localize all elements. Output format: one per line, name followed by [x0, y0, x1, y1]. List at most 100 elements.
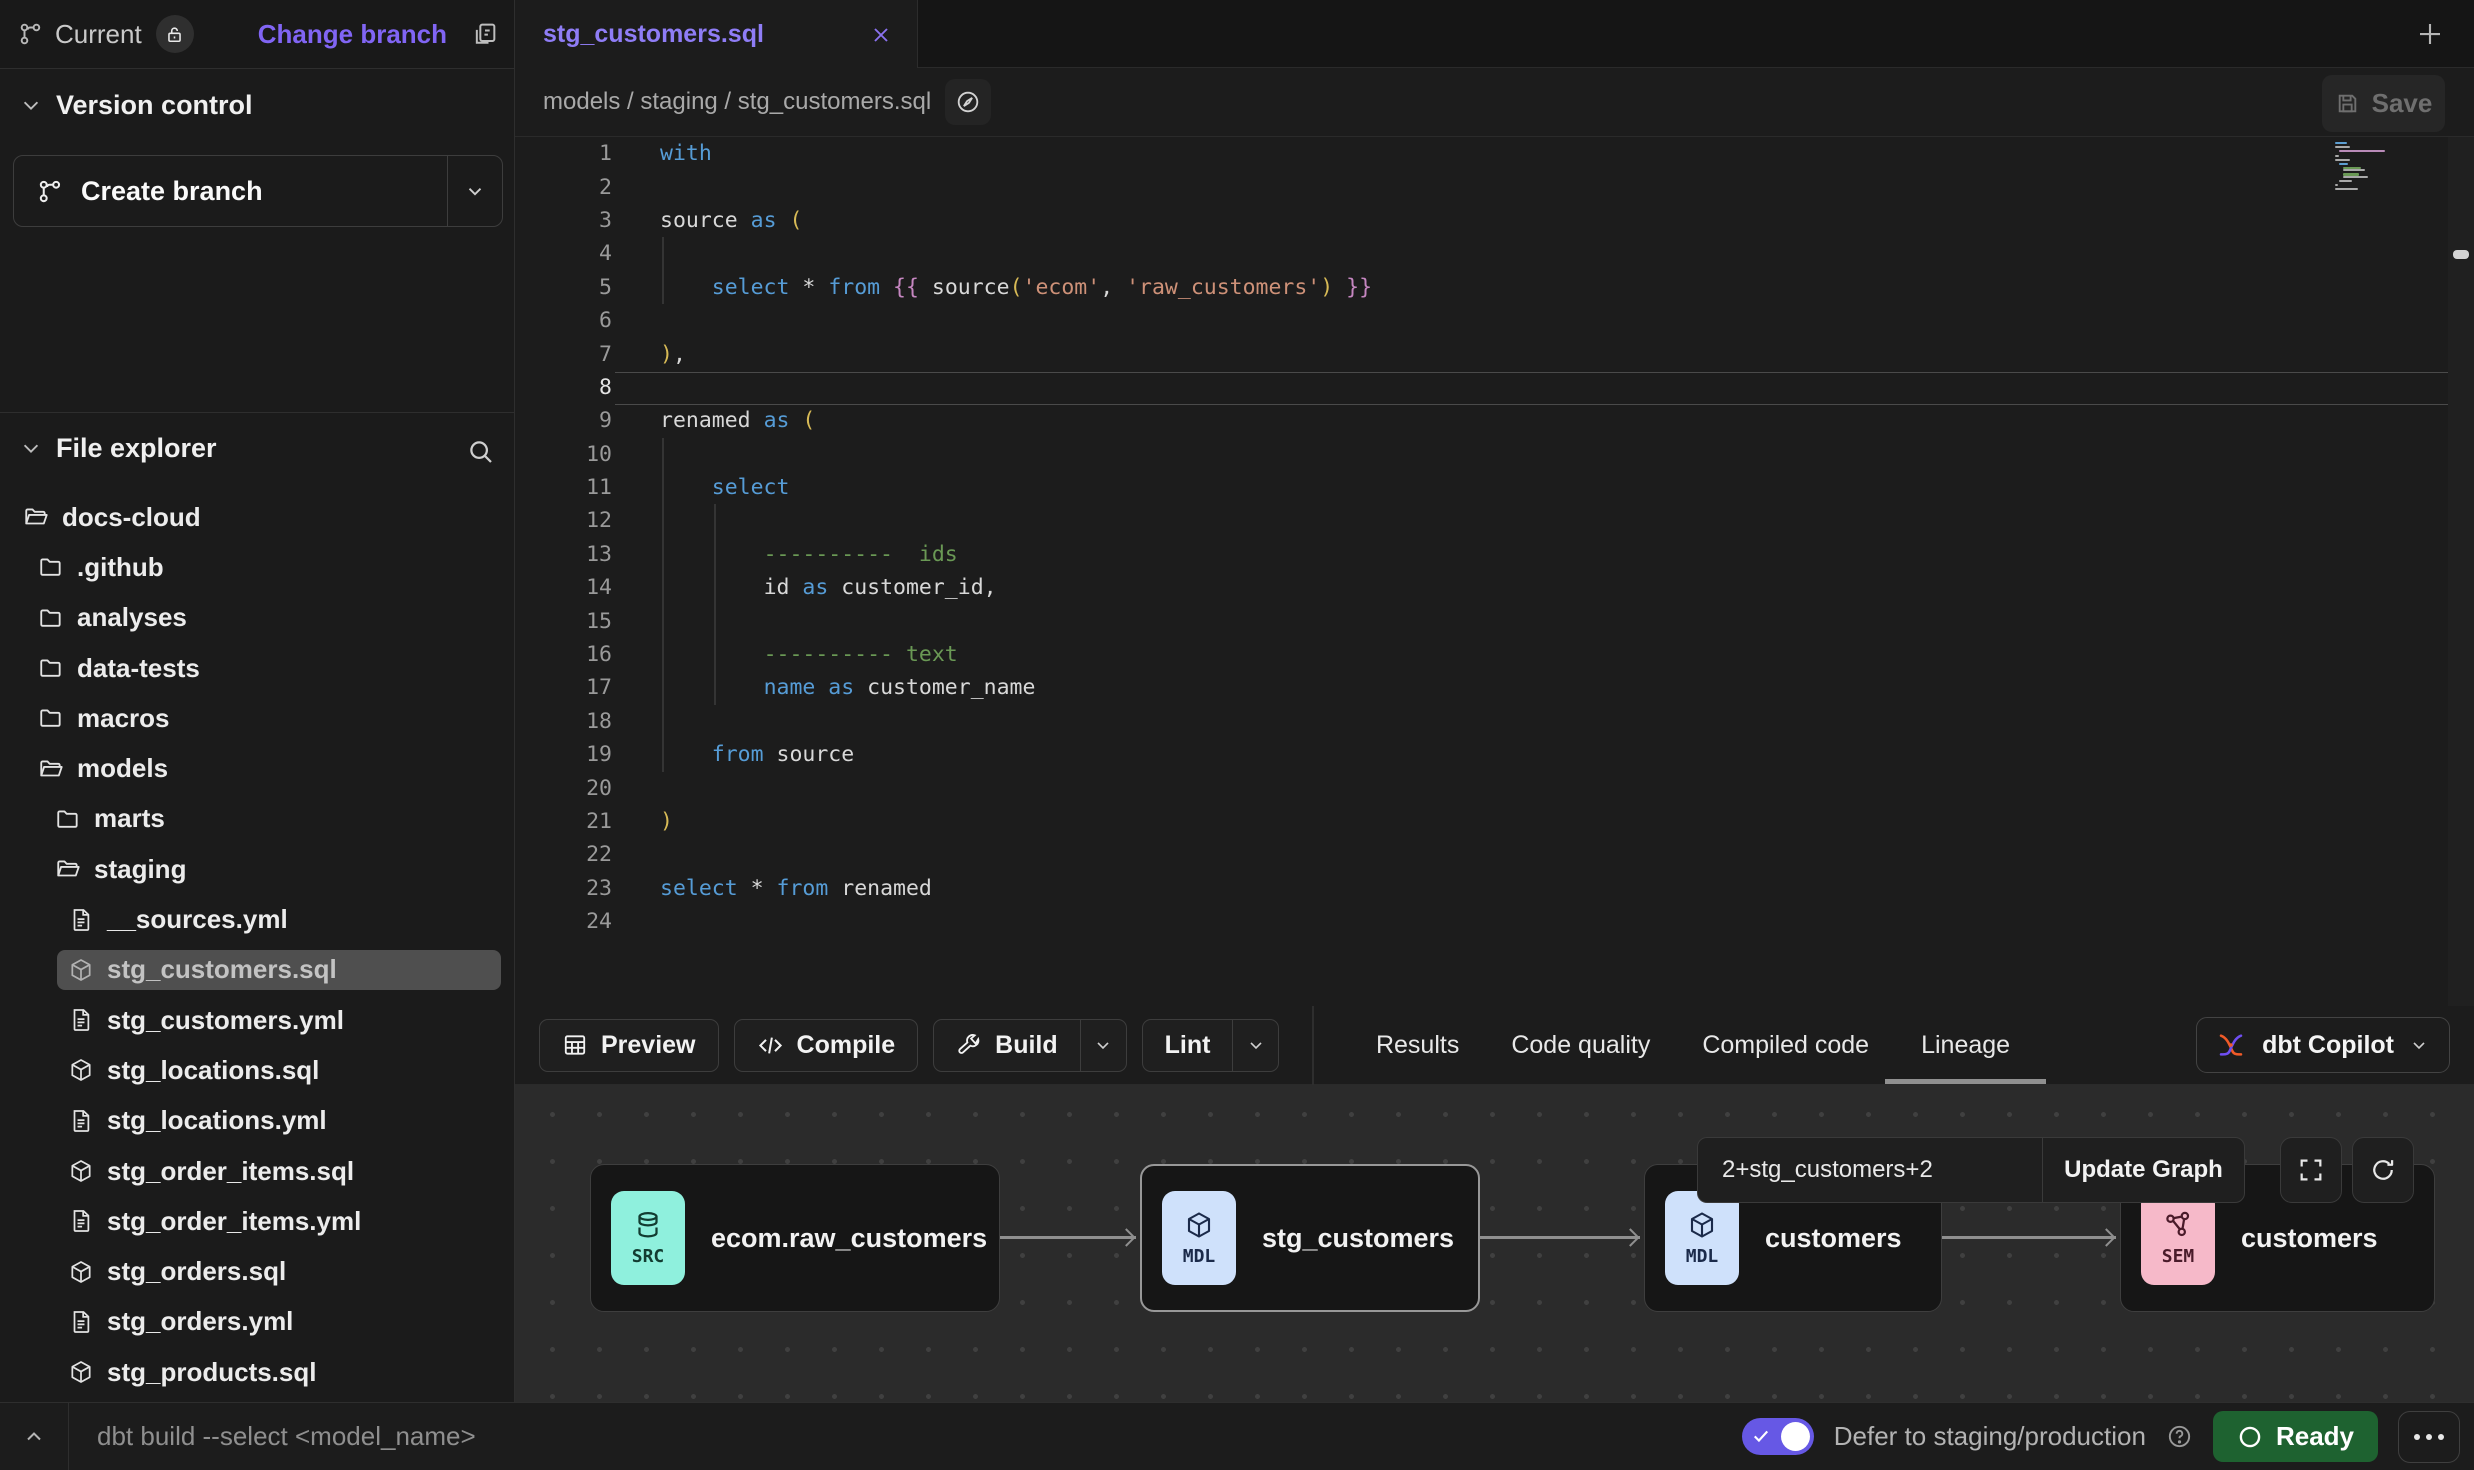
dot — [2414, 1434, 2420, 1440]
code-line-9[interactable]: 9renamed as ( — [515, 404, 2474, 437]
chevron-down-icon[interactable] — [20, 94, 42, 116]
preview-label: Preview — [601, 1031, 696, 1060]
tree-item-analyses[interactable]: analyses — [0, 593, 514, 643]
code-line-18[interactable]: 18 — [515, 705, 2474, 738]
code-line-14[interactable]: 14 id as customer_id, — [515, 571, 2474, 604]
line-number: 10 — [515, 442, 627, 467]
tree-item-stg-products-sql[interactable]: stg_products.sql — [0, 1347, 514, 1397]
tree-item-stg-customers-sql[interactable]: stg_customers.sql — [0, 945, 514, 995]
code-line-23[interactable]: 23select * from renamed — [515, 872, 2474, 905]
tree-item-label: stg_customers.sql — [107, 954, 337, 985]
code-line-12[interactable]: 12 — [515, 504, 2474, 537]
tree-item-macros[interactable]: macros — [0, 693, 514, 743]
tree-item-staging[interactable]: staging — [0, 844, 514, 894]
build-dropdown[interactable] — [1080, 1020, 1126, 1071]
lint-button[interactable]: Lint — [1142, 1019, 1280, 1072]
dbt-copilot-button[interactable]: dbt Copilot — [2196, 1017, 2450, 1073]
refresh-button[interactable] — [2352, 1137, 2414, 1203]
code-line-1[interactable]: 1with — [515, 137, 2474, 170]
code-line-10[interactable]: 10 — [515, 438, 2474, 471]
code-line-19[interactable]: 19 from source — [515, 738, 2474, 771]
editor-scrollbar[interactable] — [2448, 137, 2474, 1006]
save-button[interactable]: Save — [2322, 75, 2445, 132]
model-icon — [68, 1359, 94, 1385]
model-icon — [68, 1057, 94, 1083]
preview-button[interactable]: Preview — [539, 1019, 719, 1072]
create-branch-main[interactable]: Create branch — [14, 156, 447, 226]
tree-item-stg-order-items-yml[interactable]: stg_order_items.yml — [0, 1196, 514, 1246]
more-options-button[interactable] — [2398, 1411, 2460, 1463]
code-lines[interactable]: 1with23source as (45 select * from {{ so… — [515, 137, 2474, 938]
code-text: id as customer_id, — [660, 575, 997, 600]
panel-tab-compiled-code[interactable]: Compiled code — [1702, 1006, 1869, 1084]
folder-icon — [38, 655, 64, 681]
code-line-5[interactable]: 5 select * from {{ source('ecom', 'raw_c… — [515, 271, 2474, 304]
lineage-arrowhead — [2097, 1228, 2115, 1246]
panel-tab-results[interactable]: Results — [1376, 1006, 1459, 1084]
code-line-4[interactable]: 4 — [515, 237, 2474, 270]
tree-item--github[interactable]: .github — [0, 542, 514, 592]
model-health-icon[interactable] — [945, 79, 991, 125]
wrench-icon — [956, 1032, 982, 1058]
create-branch-button[interactable]: Create branch — [13, 155, 503, 227]
create-branch-dropdown[interactable] — [447, 156, 502, 226]
tree-item-docs-cloud[interactable]: docs-cloud — [0, 492, 514, 542]
code-line-21[interactable]: 21) — [515, 805, 2474, 838]
search-icon[interactable] — [466, 437, 496, 467]
tree-item-stg-customers-yml[interactable]: stg_customers.yml — [0, 995, 514, 1045]
code-line-16[interactable]: 16 ---------- text — [515, 638, 2474, 671]
code-line-6[interactable]: 6 — [515, 304, 2474, 337]
fullscreen-button[interactable] — [2280, 1137, 2342, 1203]
lint-dropdown[interactable] — [1232, 1020, 1278, 1071]
lineage-selector-input[interactable]: 2+stg_customers+2 — [1697, 1137, 2042, 1203]
code-line-17[interactable]: 17 name as customer_name — [515, 671, 2474, 704]
change-branch-link[interactable]: Change branch — [258, 19, 447, 50]
line-number: 20 — [515, 776, 627, 801]
file-explorer-title: File explorer — [56, 433, 217, 464]
minimap[interactable] — [2335, 142, 2395, 192]
defer-toggle[interactable] — [1742, 1418, 1814, 1455]
copy-icon[interactable] — [471, 20, 499, 48]
lineage-node-ecom-raw-customers[interactable]: SRC ecom.raw_customers — [590, 1164, 1000, 1312]
help-icon[interactable] — [2166, 1423, 2193, 1450]
tree-item-marts[interactable]: marts — [0, 794, 514, 844]
tree-item-stg-locations-sql[interactable]: stg_locations.sql — [0, 1045, 514, 1095]
status-badge[interactable]: Ready — [2213, 1411, 2378, 1462]
code-line-13[interactable]: 13 ---------- ids — [515, 538, 2474, 571]
code-text: with — [660, 141, 712, 166]
chevron-up-icon[interactable] — [0, 1403, 69, 1470]
lineage-node-stg-customers[interactable]: MDL stg_customers — [1140, 1164, 1480, 1312]
tree-item-stg-order-items-sql[interactable]: stg_order_items.sql — [0, 1146, 514, 1196]
panel-tab-lineage[interactable]: Lineage — [1921, 1006, 2010, 1084]
update-graph-button[interactable]: Update Graph — [2042, 1137, 2245, 1203]
code-line-11[interactable]: 11 select — [515, 471, 2474, 504]
tree-item-models[interactable]: models — [0, 743, 514, 793]
close-icon[interactable] — [869, 23, 893, 47]
code-line-3[interactable]: 3source as ( — [515, 204, 2474, 237]
tree-item-stg-orders-yml[interactable]: stg_orders.yml — [0, 1297, 514, 1347]
tab-stg-customers-sql[interactable]: stg_customers.sql — [515, 0, 918, 69]
build-button[interactable]: Build — [933, 1019, 1127, 1072]
version-control-header: Version control — [0, 83, 514, 127]
new-tab-button[interactable] — [2415, 19, 2445, 49]
chevron-down-icon[interactable] — [20, 437, 42, 459]
tree-item-stg-orders-sql[interactable]: stg_orders.sql — [0, 1246, 514, 1296]
command-input[interactable]: dbt build --select <model_name> — [69, 1421, 1742, 1452]
code-line-8[interactable]: 8 — [515, 371, 2474, 404]
code-editor[interactable]: 1with23source as (45 select * from {{ so… — [515, 137, 2474, 1006]
panel-tab-code-quality[interactable]: Code quality — [1511, 1006, 1650, 1084]
code-line-15[interactable]: 15 — [515, 604, 2474, 637]
code-line-22[interactable]: 22 — [515, 838, 2474, 871]
code-line-2[interactable]: 2 — [515, 170, 2474, 203]
code-line-24[interactable]: 24 — [515, 905, 2474, 938]
code-line-7[interactable]: 7), — [515, 337, 2474, 370]
line-number: 5 — [515, 275, 627, 300]
table-icon — [562, 1032, 588, 1058]
tree-item-stg-locations-yml[interactable]: stg_locations.yml — [0, 1096, 514, 1146]
tree-item--sources-yml[interactable]: __sources.yml — [0, 894, 514, 944]
lineage-panel[interactable]: SRC ecom.raw_customers MDL stg_customers… — [515, 1085, 2474, 1402]
tree-item-data-tests[interactable]: data-tests — [0, 643, 514, 693]
scrollbar-thumb[interactable] — [2453, 250, 2469, 259]
compile-button[interactable]: Compile — [734, 1019, 919, 1072]
code-line-20[interactable]: 20 — [515, 771, 2474, 804]
